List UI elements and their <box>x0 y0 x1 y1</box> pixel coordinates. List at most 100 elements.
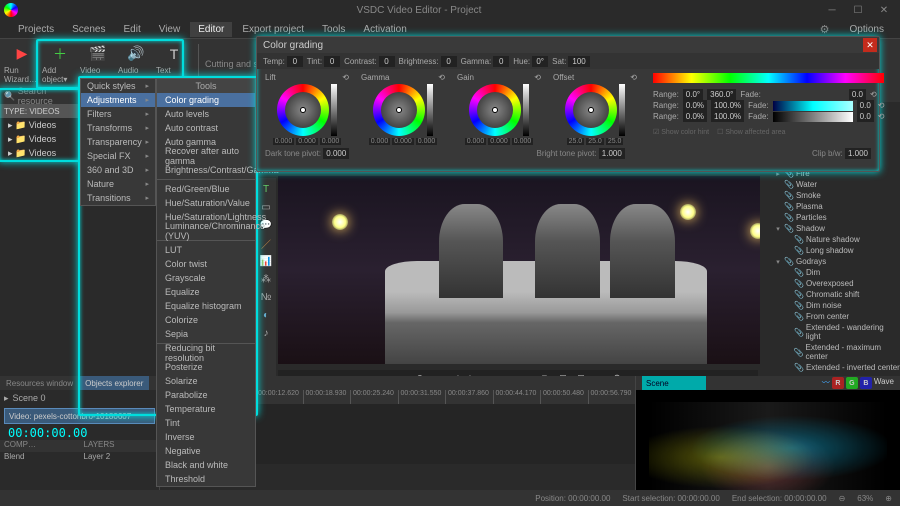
submenu-item[interactable]: Color twist <box>157 257 255 271</box>
submenu-item[interactable]: Colorize <box>157 313 255 327</box>
chart-tool-icon[interactable]: 📊 <box>259 254 273 268</box>
submenu-item[interactable]: Brightness/Contrast/Gamma <box>157 163 255 177</box>
menu-tools[interactable]: Tools <box>314 22 353 37</box>
menu-item[interactable]: Transitions <box>81 191 155 205</box>
color-control[interactable]: Sat:100 <box>552 56 590 67</box>
scene-label[interactable]: Scene 0 <box>13 393 46 403</box>
scope-r-button[interactable]: R <box>832 377 844 389</box>
effect-tree-item[interactable]: 📎Long shadow <box>760 245 900 256</box>
submenu-item[interactable]: Color grading <box>157 93 255 107</box>
counter-tool-icon[interactable]: № <box>259 290 273 304</box>
range-slider[interactable]: Range:0.0°360.0°Fade:0.0⟲ <box>653 89 884 100</box>
color-control[interactable]: Gamma:0 <box>461 56 510 67</box>
submenu-item[interactable]: Black and white <box>157 458 255 472</box>
submenu-item[interactable]: Equalize histogram <box>157 299 255 313</box>
mask-tool-icon[interactable]: ◐ <box>259 308 273 322</box>
color-wheel-offset[interactable]: Offset⟲25.025.025.0 <box>549 73 641 145</box>
vertical-toolbar: T ▭ 💬 ／ 📊 ⁂ № ◐ ♪ <box>256 178 276 376</box>
color-control[interactable]: Tint:0 <box>307 56 340 67</box>
zoom-out-icon[interactable]: ⊖ <box>839 494 846 503</box>
color-control[interactable]: Hue:0° <box>513 56 548 67</box>
menu-projects[interactable]: Projects <box>10 22 62 37</box>
close-button[interactable]: ✕ <box>872 2 896 18</box>
submenu-item[interactable]: Threshold <box>157 472 255 486</box>
menu-item[interactable]: Quick styles <box>81 79 155 93</box>
submenu-item[interactable]: Hue/Saturation/Value <box>157 196 255 210</box>
submenu-item[interactable]: Sepia <box>157 327 255 341</box>
effect-tree-item[interactable]: 📎Nature shadow <box>760 234 900 245</box>
submenu-item[interactable]: Inverse <box>157 430 255 444</box>
minimize-button[interactable]: ─ <box>820 2 844 18</box>
scope-waveform-icon[interactable]: 〰 <box>822 377 830 389</box>
panel-close-button[interactable]: ✕ <box>863 38 877 52</box>
menu-item[interactable]: Transforms <box>81 121 155 135</box>
color-control[interactable]: Temp:0 <box>263 56 303 67</box>
menu-item[interactable]: Nature <box>81 177 155 191</box>
effect-tree-item[interactable]: 📎Particles <box>760 212 900 223</box>
menu-scenes[interactable]: Scenes <box>64 22 113 37</box>
submenu-item[interactable]: Tint <box>157 416 255 430</box>
scope-mode[interactable]: Wave <box>874 377 894 389</box>
video-preview[interactable] <box>278 176 814 364</box>
effect-tree-item[interactable]: ▾📎Godrays <box>760 256 900 267</box>
options-link[interactable]: Options <box>842 22 892 37</box>
menu-item[interactable]: Transparency <box>81 135 155 149</box>
menu-editor[interactable]: Editor <box>190 22 232 37</box>
submenu-item[interactable]: Reducing bit resolution <box>157 346 255 360</box>
scope-b-button[interactable]: B <box>860 377 872 389</box>
menu-edit[interactable]: Edit <box>115 22 148 37</box>
menu-item[interactable]: Adjustments <box>81 93 155 107</box>
color-wheel-gain[interactable]: Gain⟲0.0000.0000.000 <box>453 73 545 145</box>
submenu-item[interactable]: Auto levels <box>157 107 255 121</box>
zoom-in-icon[interactable]: ⊕ <box>885 494 892 503</box>
effect-tree-item[interactable]: 📎Extended - inverted center <box>760 362 900 373</box>
hue-range-bar[interactable] <box>653 73 884 83</box>
submenu-item[interactable]: Red/Green/Blue <box>157 182 255 196</box>
effect-tree-item[interactable]: 📎Smoke <box>760 190 900 201</box>
menu-view[interactable]: View <box>151 22 189 37</box>
menu-item[interactable]: 360 and 3D <box>81 163 155 177</box>
submenu-item[interactable]: Recover after auto gamma <box>157 149 255 163</box>
maximize-button[interactable]: ☐ <box>846 2 870 18</box>
range-slider[interactable]: Range:0.0%100.0%Fade:0.0⟲ <box>653 100 884 111</box>
submenu-item[interactable]: Solarize <box>157 374 255 388</box>
effect-tree-item[interactable]: 📎Overexposed <box>760 278 900 289</box>
menu-export[interactable]: Export project <box>234 22 312 37</box>
scene-dropdown[interactable]: Scene <box>642 376 706 390</box>
submenu-item[interactable]: Parabolize <box>157 388 255 402</box>
run-wizard-button[interactable]: ▶Run Wizard… <box>4 41 40 87</box>
submenu-item[interactable]: LUT <box>157 243 255 257</box>
color-wheel-lift[interactable]: Lift⟲0.0000.0000.000 <box>261 73 353 145</box>
settings-icon[interactable]: ⚙ <box>812 21 838 38</box>
status-zoom: 63% <box>857 494 873 503</box>
effect-tree-item[interactable]: 📎Dim <box>760 267 900 278</box>
submenu-item[interactable]: Equalize <box>157 285 255 299</box>
color-wheel-gamma[interactable]: Gamma⟲0.0000.0000.000 <box>357 73 449 145</box>
range-slider[interactable]: Range:0.0%100.0%Fade:0.0⟲ <box>653 111 884 122</box>
menu-activation[interactable]: Activation <box>355 22 414 37</box>
color-control[interactable]: Brightness:0 <box>399 56 457 67</box>
layer-row[interactable]: BlendLayer 2 <box>0 452 159 464</box>
resources-tab[interactable]: Resources window <box>0 376 79 390</box>
submenu-item[interactable]: Auto contrast <box>157 121 255 135</box>
submenu-item[interactable]: Negative <box>157 444 255 458</box>
submenu-item[interactable]: Luminance/Chrominance (YUV) <box>157 224 255 238</box>
spray-tool-icon[interactable]: ⁂ <box>259 272 273 286</box>
submenu-item[interactable]: Temperature <box>157 402 255 416</box>
audio-tool-icon[interactable]: ♪ <box>259 326 273 340</box>
effect-tree-item[interactable]: ▾📎Shadow <box>760 223 900 234</box>
scope-g-button[interactable]: G <box>846 377 858 389</box>
effect-tree-item[interactable]: 📎Dim noise <box>760 300 900 311</box>
effect-tree-item[interactable]: 📎Chromatic shift <box>760 289 900 300</box>
color-control[interactable]: Contrast:0 <box>344 56 394 67</box>
effect-tree-item[interactable]: 📎Water <box>760 179 900 190</box>
menu-item[interactable]: Filters <box>81 107 155 121</box>
submenu-item[interactable]: Grayscale <box>157 271 255 285</box>
text-tool-icon[interactable]: T <box>259 182 273 196</box>
effect-tree-item[interactable]: 📎From center <box>760 311 900 322</box>
effect-tree-item[interactable]: 📎Extended - maximum center <box>760 342 900 362</box>
menu-item[interactable]: Special FX <box>81 149 155 163</box>
effect-tree-item[interactable]: 📎Plasma <box>760 201 900 212</box>
panel-title: Color grading <box>257 37 879 53</box>
effect-tree-item[interactable]: 📎Extended - wandering light <box>760 322 900 342</box>
